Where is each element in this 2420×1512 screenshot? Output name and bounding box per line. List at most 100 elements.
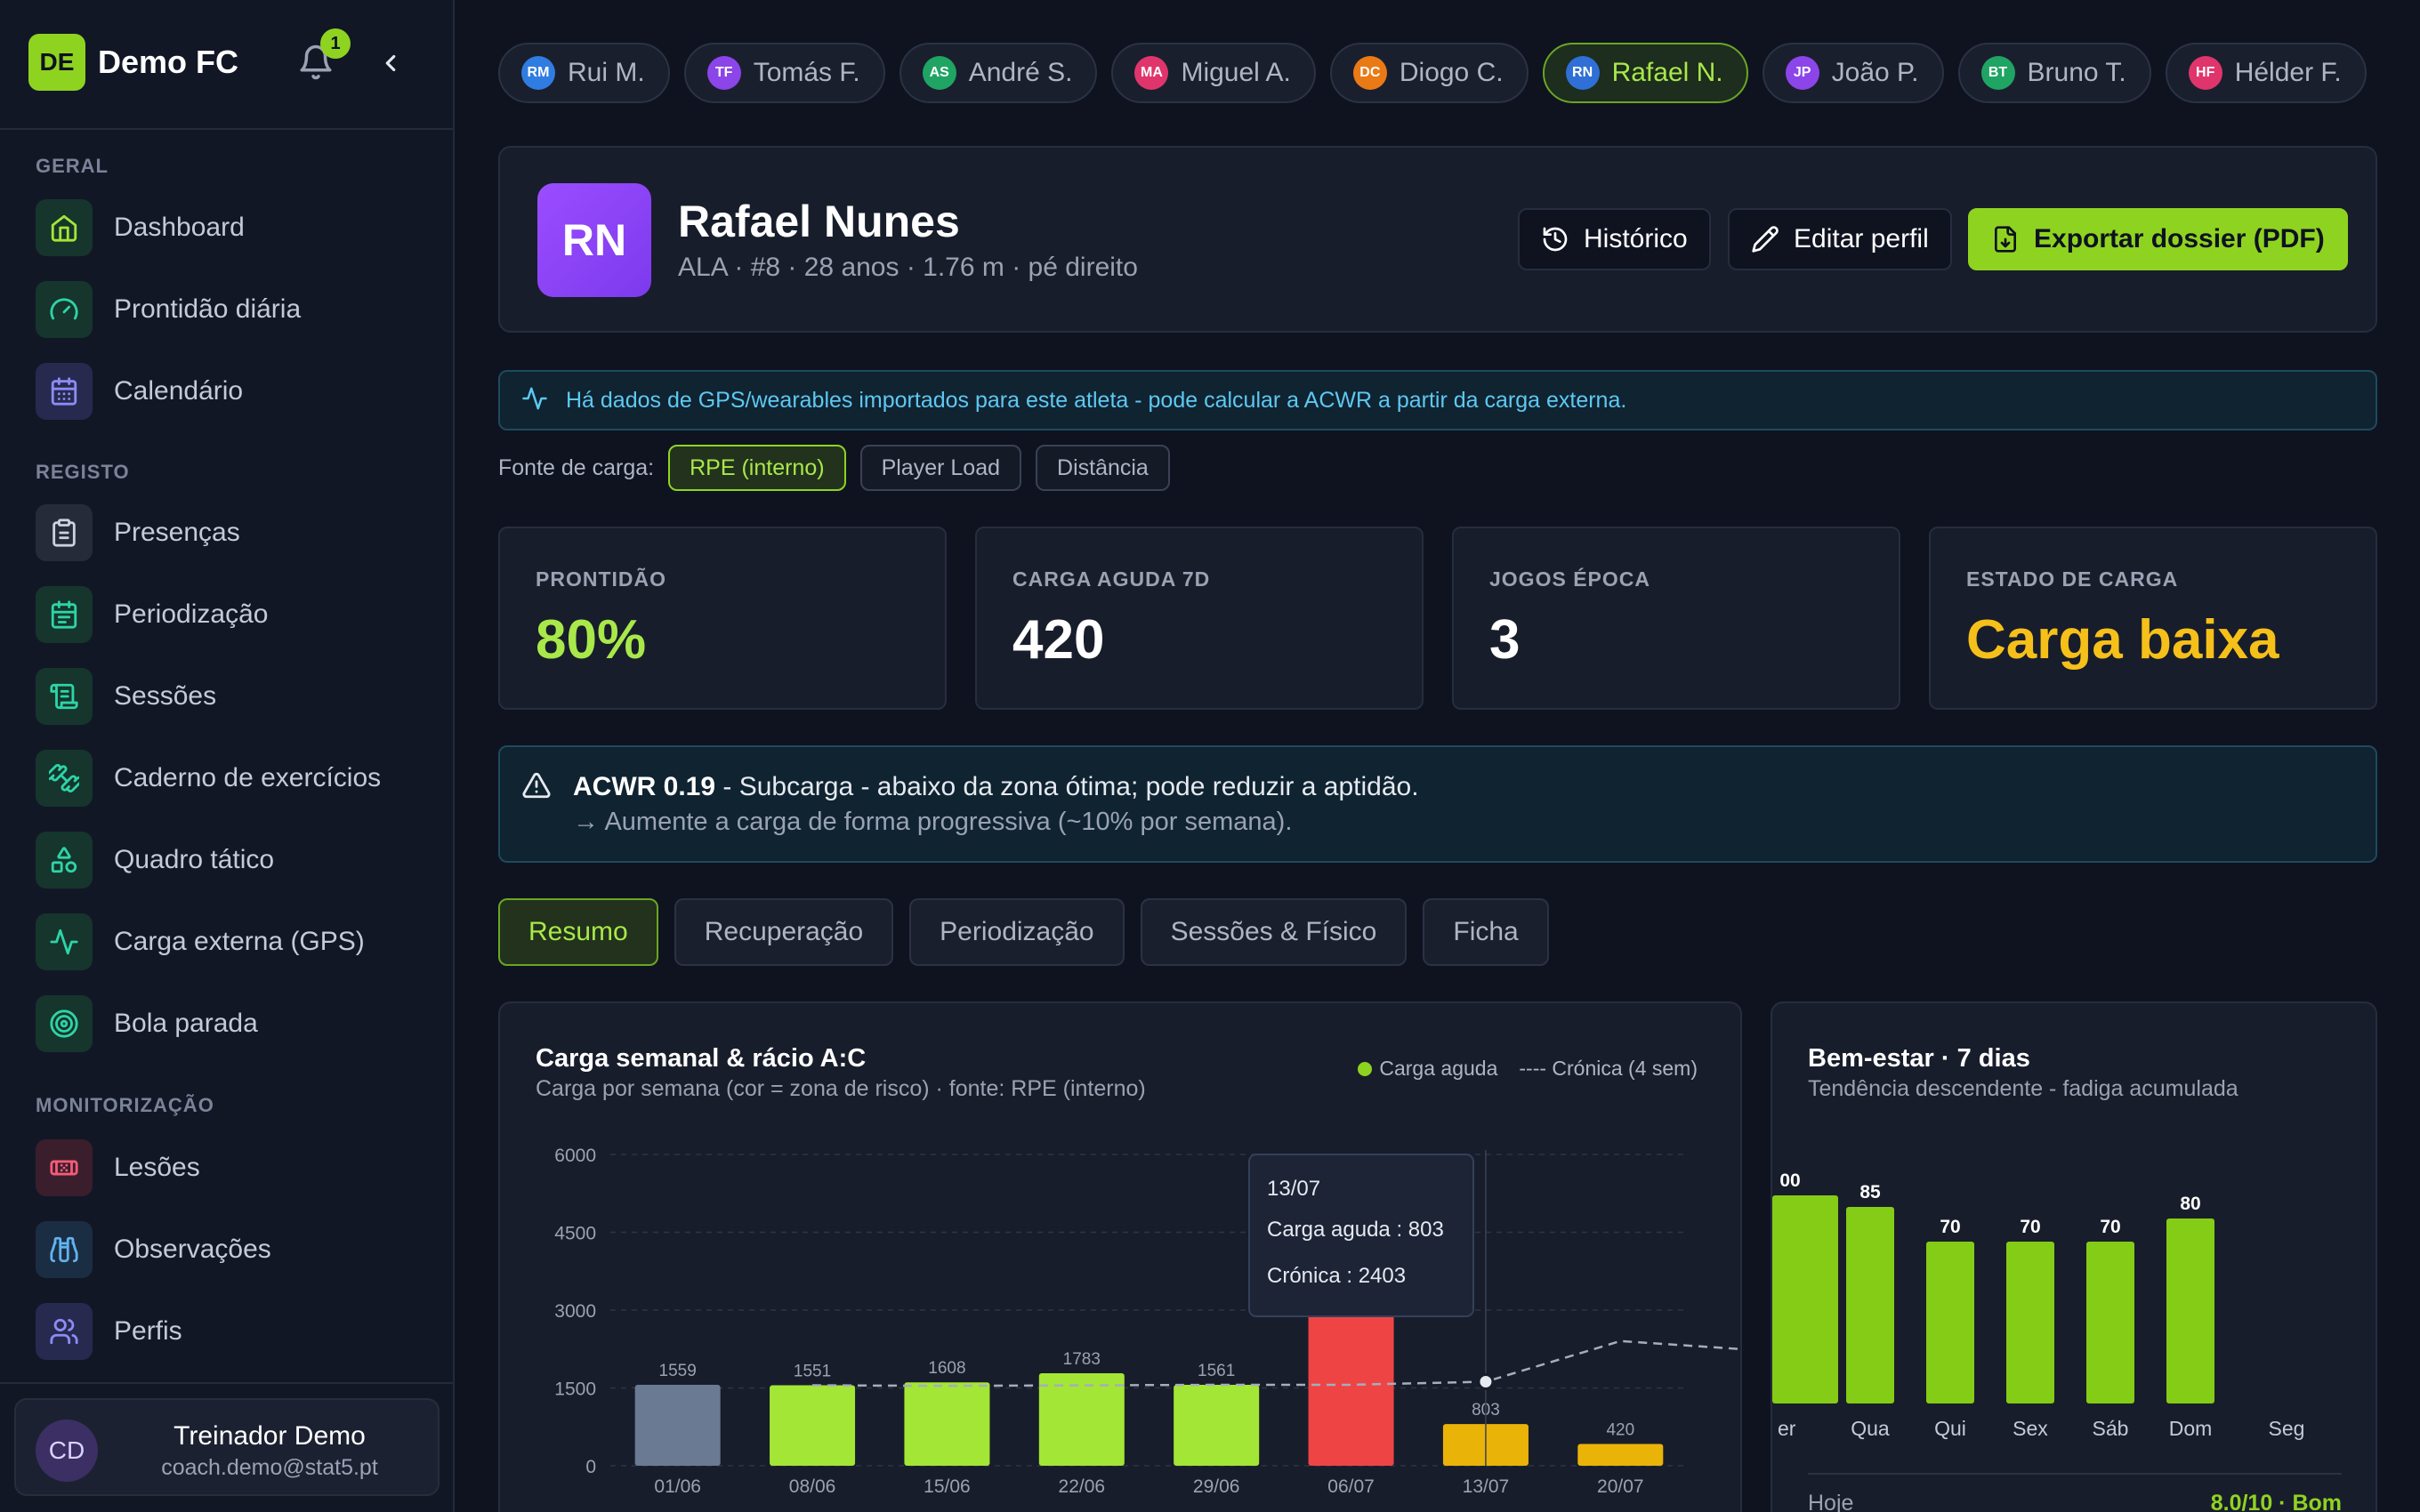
sidebar-item-label: Observações <box>114 1235 271 1264</box>
sidebar-item-presencas[interactable]: Presenças <box>36 503 427 562</box>
divider <box>1808 1473 2342 1475</box>
tab-ficha[interactable]: Ficha <box>1423 898 1549 966</box>
stat-value: Carga baixa <box>1966 609 2279 671</box>
wellbeing-today-label: Hoje <box>1808 1491 1854 1512</box>
info-banner-text: Há dados de GPS/wearables importados par… <box>566 387 1627 413</box>
y-tick-label: 6000 <box>554 1146 596 1166</box>
avatar: AS <box>922 56 956 90</box>
calendar-icon <box>36 363 93 420</box>
player-chip[interactable]: BT Bruno T. <box>1957 43 2151 103</box>
player-chip[interactable]: MA Miguel A. <box>1111 43 1316 103</box>
sidebar-item-sessoes[interactable]: Sessões <box>36 667 427 726</box>
x-tick-label: Qua <box>1851 1417 1890 1440</box>
x-tick-label: 08/06 <box>789 1476 836 1497</box>
bar-acute-load <box>634 1385 721 1466</box>
tab-periodizacao[interactable]: Periodização <box>909 898 1125 966</box>
load-source-option-rpe[interactable]: RPE (interno) <box>668 445 846 491</box>
weekly-load-chart-card: Carga semanal & rácio A:C Carga por sema… <box>498 1001 1744 1512</box>
wellbeing-chart[interactable]: 00 er 85 Qua 70 Qui 70 Sex 70 Sáb 80 Dom Seg <box>1772 1003 2379 1512</box>
sidebar-item-perfis[interactable]: Perfis <box>36 1302 427 1361</box>
tab-recuperacao[interactable]: Recuperação <box>674 898 894 966</box>
x-tick-label: Seg <box>2269 1417 2305 1440</box>
acwr-alert: ACWR 0.19 - Subcarga - abaixo da zona ót… <box>498 745 2377 863</box>
bar-acute-load <box>770 1385 856 1466</box>
stat-label: PRONTIDÃO <box>536 567 666 591</box>
x-tick-label: Qui <box>1934 1417 1966 1440</box>
avatar: RN <box>537 183 651 297</box>
users-icon <box>36 1303 93 1360</box>
player-chip[interactable]: AS André S. <box>899 43 1098 103</box>
sidebar-item-quadro-tatico[interactable]: Quadro tático <box>36 831 427 889</box>
sidebar-item-prontidao[interactable]: Prontidão diária <box>36 280 427 339</box>
sidebar-item-periodizacao[interactable]: Periodização <box>36 585 427 644</box>
tab-resumo[interactable]: Resumo <box>498 898 658 966</box>
x-tick-label: 29/06 <box>1193 1476 1240 1497</box>
stat-card-season-games: JOGOS ÉPOCA 3 <box>1452 527 1900 710</box>
player-chip-name: João P. <box>1831 58 1919 87</box>
player-chip-name: Rafael N. <box>1611 58 1723 87</box>
sidebar-item-lesoes[interactable]: Lesões <box>36 1138 427 1197</box>
x-tick-label: Sáb <box>2093 1417 2129 1440</box>
notification-badge: 1 <box>320 28 351 59</box>
player-chip-name: Bruno T. <box>2027 58 2126 87</box>
tab-sessoes-fisico[interactable]: Sessões & Físico <box>1140 898 1408 966</box>
stat-value: 420 <box>1012 609 1105 671</box>
weekly-load-chart[interactable]: 0 1500 3000 4500 6000 1559 01/06 1551 08/06 1608 1… <box>500 1003 1744 1512</box>
player-chip[interactable]: JP João P. <box>1762 43 1944 103</box>
x-tick-label: Dom <box>2169 1417 2213 1440</box>
x-tick-label: 22/06 <box>1059 1476 1106 1497</box>
player-chip[interactable]: TF Tomás F. <box>683 43 885 103</box>
load-source-option-player-load[interactable]: Player Load <box>859 445 1022 491</box>
y-tick-label: 0 <box>585 1457 596 1477</box>
load-source-label: Fonte de carga: <box>498 454 655 480</box>
wellbeing-value-label: 00 <box>1779 1170 1800 1191</box>
collapse-sidebar-icon[interactable] <box>377 48 404 78</box>
sidebar-item-label: Carga externa (GPS) <box>114 927 365 956</box>
sidebar-item-carga-externa[interactable]: Carga externa (GPS) <box>36 913 427 971</box>
wellbeing-bar <box>2086 1242 2134 1403</box>
wellbeing-bar <box>1846 1207 1894 1403</box>
sidebar-item-dashboard[interactable]: Dashboard <box>36 198 427 257</box>
alert-title: ACWR 0.19 - Subcarga - abaixo da zona ót… <box>573 772 1419 802</box>
drill-icon <box>36 750 93 807</box>
gauge-icon <box>36 281 93 338</box>
user-card[interactable]: CD Treinador Demo coach.demo@stat5.pt <box>14 1398 440 1496</box>
player-chip[interactable]: DC Diogo C. <box>1329 43 1529 103</box>
sidebar-item-label: Dashboard <box>114 213 245 242</box>
sidebar-item-observacoes[interactable]: Observações <box>36 1220 427 1279</box>
export-dossier-button[interactable]: Exportar dossier (PDF) <box>1968 208 2348 270</box>
player-chip-name: Hélder F. <box>2234 58 2342 87</box>
load-source-option-distance[interactable]: Distância <box>1036 445 1170 491</box>
bar-value-label: 1559 <box>659 1362 697 1380</box>
sidebar-item-label: Sessões <box>114 681 217 711</box>
gps-info-banner: Há dados de GPS/wearables importados par… <box>498 370 2377 430</box>
player-chip-name: Tomás F. <box>753 58 860 87</box>
history-button[interactable]: Histórico <box>1518 208 1711 270</box>
target-icon <box>36 995 93 1052</box>
avatar: JP <box>1785 56 1819 90</box>
sidebar-item-caderno-exercicios[interactable]: Caderno de exercícios <box>36 749 427 808</box>
brand[interactable]: DE Demo FC <box>28 34 238 91</box>
x-tick-label: 13/07 <box>1463 1476 1510 1497</box>
calendar-grid-icon <box>36 586 93 643</box>
activity-icon <box>521 385 548 416</box>
player-chip[interactable]: RM Rui M. <box>498 43 670 103</box>
avatar: RM <box>521 56 555 90</box>
bar-value-label: 1561 <box>1198 1362 1235 1380</box>
sidebar-item-bola-parada[interactable]: Bola parada <box>36 994 427 1053</box>
tab-bar: Resumo Recuperação Periodização Sessões … <box>498 898 1549 966</box>
y-tick-label: 1500 <box>554 1379 596 1400</box>
stat-card-readiness: PRONTIDÃO 80% <box>498 527 947 710</box>
sidebar-item-calendario[interactable]: Calendário <box>36 362 427 421</box>
history-icon <box>1541 225 1569 253</box>
player-chip[interactable]: HF Hélder F. <box>2165 43 2367 103</box>
sidebar-item-label: Calendário <box>114 376 244 406</box>
edit-profile-button[interactable]: Editar perfil <box>1728 208 1952 270</box>
history-label: Histórico <box>1584 224 1688 253</box>
stat-value: 3 <box>1489 609 1521 671</box>
file-download-icon <box>1991 225 2020 253</box>
player-chip-active[interactable]: RN Rafael N. <box>1542 43 1748 103</box>
wellbeing-chart-card: Bem-estar · 7 dias Tendência descendente… <box>1771 1001 2377 1512</box>
sidebar-item-label: Presenças <box>114 518 240 547</box>
alert-message: - Subcarga - abaixo da zona ótima; pode … <box>715 772 1419 801</box>
